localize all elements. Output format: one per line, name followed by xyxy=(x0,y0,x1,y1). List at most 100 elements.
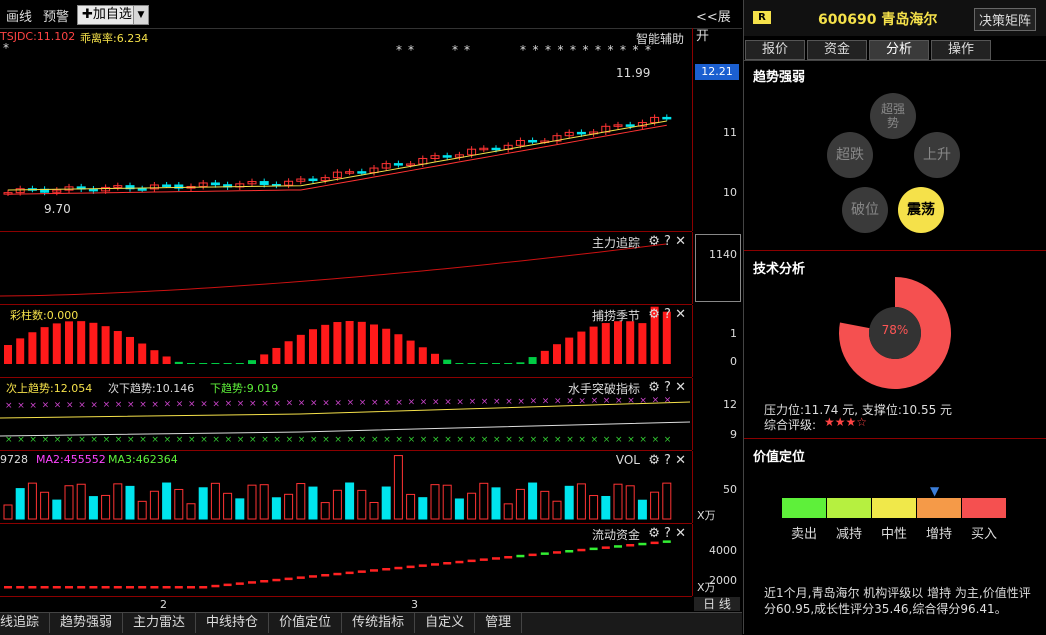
season-panel[interactable]: 彩柱数:0.000 捕捞季节 ⚙ ? ✕ xyxy=(0,305,692,378)
close-icon[interactable]: ✕ xyxy=(675,234,686,249)
sailor-marker-upper: × xyxy=(493,397,501,407)
season-bar xyxy=(479,363,488,364)
price-axis-tick: 11 xyxy=(723,126,737,139)
axis-unit: X万 xyxy=(697,509,716,522)
flow-step xyxy=(223,583,232,587)
plus-icon: ✚ xyxy=(82,7,93,22)
rating-stars: ★★★☆ xyxy=(824,415,868,429)
volume-bar xyxy=(540,490,550,520)
sailor-marker-lower: × xyxy=(164,435,172,445)
tab-main-radar[interactable]: 主力雷达 xyxy=(123,613,197,633)
draw-line-button[interactable]: 画线 xyxy=(6,6,32,25)
volume-bar xyxy=(357,489,367,520)
sailor-marker-lower: × xyxy=(603,435,611,445)
volume-panel[interactable]: 9728 MA2:455552 MA3:462364 VOL ⚙ ? ✕ xyxy=(0,451,692,524)
high-price-label: 11.99 xyxy=(616,66,651,80)
star-marker: * xyxy=(595,43,601,57)
sailor-marker-lower: × xyxy=(359,435,367,445)
chevron-down-icon[interactable]: ▼ xyxy=(133,5,149,25)
help-icon[interactable]: ? xyxy=(664,380,671,395)
flow-step xyxy=(394,566,403,570)
sailor-marker-lower: × xyxy=(578,435,586,445)
analysis-tabs: 报价 资金 分析 操作 xyxy=(744,38,1046,61)
season-bar xyxy=(199,363,208,364)
candle-body xyxy=(357,171,367,174)
gear-icon[interactable]: ⚙ xyxy=(648,234,660,249)
trend-oversold: 超跌 xyxy=(827,132,873,178)
flow-step xyxy=(113,586,122,589)
flow-step xyxy=(626,544,635,547)
volume-bar xyxy=(186,503,196,520)
volume-bar xyxy=(625,485,635,520)
gear-icon[interactable]: ⚙ xyxy=(648,307,660,322)
sailor-marker-lower: × xyxy=(310,435,318,445)
season-bar xyxy=(357,321,366,364)
tab-operate[interactable]: 操作 xyxy=(931,40,991,60)
gear-icon[interactable]: ⚙ xyxy=(648,453,660,468)
alert-button[interactable]: 预警 xyxy=(43,6,69,25)
season-bar xyxy=(626,321,635,364)
tab-funds[interactable]: 资金 xyxy=(807,40,867,60)
add-watchlist-button[interactable]: ✚加自选 xyxy=(77,5,137,25)
candle-body xyxy=(442,155,452,158)
help-icon[interactable]: ? xyxy=(664,453,671,468)
time-axis: 2 3 xyxy=(0,596,692,613)
flow-step xyxy=(16,586,25,589)
gear-icon[interactable]: ⚙ xyxy=(648,526,660,541)
season-axis: 1 0 xyxy=(692,305,743,377)
price-panel[interactable]: TSJDC:11.102 乖离率:6.234 智能辅助 * * * * * * * * * * * *… xyxy=(0,28,692,232)
tab-value-position[interactable]: 价值定位 xyxy=(269,613,343,633)
sailor-panel[interactable]: × × × × × × × × × × × × × × × × × × × × × × × × × × × × × × × × × × × × × × × ×… xyxy=(0,378,692,451)
volume-bar xyxy=(247,484,257,520)
help-icon[interactable]: ? xyxy=(664,526,671,541)
sailor-marker-lower: × xyxy=(151,435,159,445)
sailor-marker-lower: × xyxy=(395,435,403,445)
sailor-marker-upper: × xyxy=(639,396,647,406)
close-icon[interactable]: ✕ xyxy=(675,380,686,395)
value-scale-segment xyxy=(872,498,916,518)
sailor-marker-upper: × xyxy=(151,400,159,410)
flow-panel[interactable]: 流动资金 ⚙ ? ✕ xyxy=(0,524,692,596)
value-scale-segment xyxy=(827,498,871,518)
sailor-marker-lower: × xyxy=(90,435,98,445)
flow-step xyxy=(504,556,513,559)
tab-traditional[interactable]: 传统指标 xyxy=(342,613,416,633)
volume-bar xyxy=(27,482,37,520)
tab-quote[interactable]: 报价 xyxy=(745,40,805,60)
star-marker: * xyxy=(452,43,458,57)
close-icon[interactable]: ✕ xyxy=(675,526,686,541)
flow-step xyxy=(614,545,622,548)
sailor-marker-upper: × xyxy=(469,397,477,407)
star-marker: * xyxy=(620,43,626,57)
period-selector[interactable]: 日 线 xyxy=(694,597,740,611)
gear-icon[interactable]: ⚙ xyxy=(648,380,660,395)
season-bar xyxy=(284,341,293,364)
decision-matrix-button[interactable]: 决策矩阵 xyxy=(974,8,1037,31)
volume-bar xyxy=(125,485,135,520)
help-icon[interactable]: ? xyxy=(664,234,671,249)
tab-analysis[interactable]: 分析 xyxy=(869,40,929,60)
flow-axis: 4000 2000 X万 xyxy=(692,524,743,596)
season-bar xyxy=(223,363,232,364)
close-icon[interactable]: ✕ xyxy=(675,307,686,322)
tab-trend-strength[interactable]: 趋势强弱 xyxy=(50,613,124,633)
flow-step xyxy=(601,546,610,549)
panel-title: 捕捞季节 xyxy=(591,309,640,323)
sailor-marker-lower: × xyxy=(481,435,489,445)
help-icon[interactable]: ? xyxy=(664,307,671,322)
volume-bar xyxy=(515,488,525,520)
flow-step xyxy=(309,575,317,578)
close-icon[interactable]: ✕ xyxy=(675,453,686,468)
tab-mid-holding[interactable]: 中线持仓 xyxy=(196,613,270,633)
flow-step xyxy=(577,548,586,552)
main-force-panel[interactable]: 主力追踪 ⚙ ? ✕ xyxy=(0,232,692,305)
star-marker: * xyxy=(608,43,614,57)
sailor-marker-lower: × xyxy=(225,435,233,445)
flow-step xyxy=(199,586,208,589)
chart-area: TSJDC:11.102 乖离率:6.234 智能辅助 * * * * * * * * * * * *… xyxy=(0,28,742,613)
value-scale-label: 卖出 xyxy=(790,527,817,542)
candle-body xyxy=(137,188,147,191)
tab-line-tracking[interactable]: 线追踪 xyxy=(0,613,51,633)
tab-custom[interactable]: 自定义 xyxy=(415,613,476,633)
tab-manage[interactable]: 管理 xyxy=(475,613,523,633)
